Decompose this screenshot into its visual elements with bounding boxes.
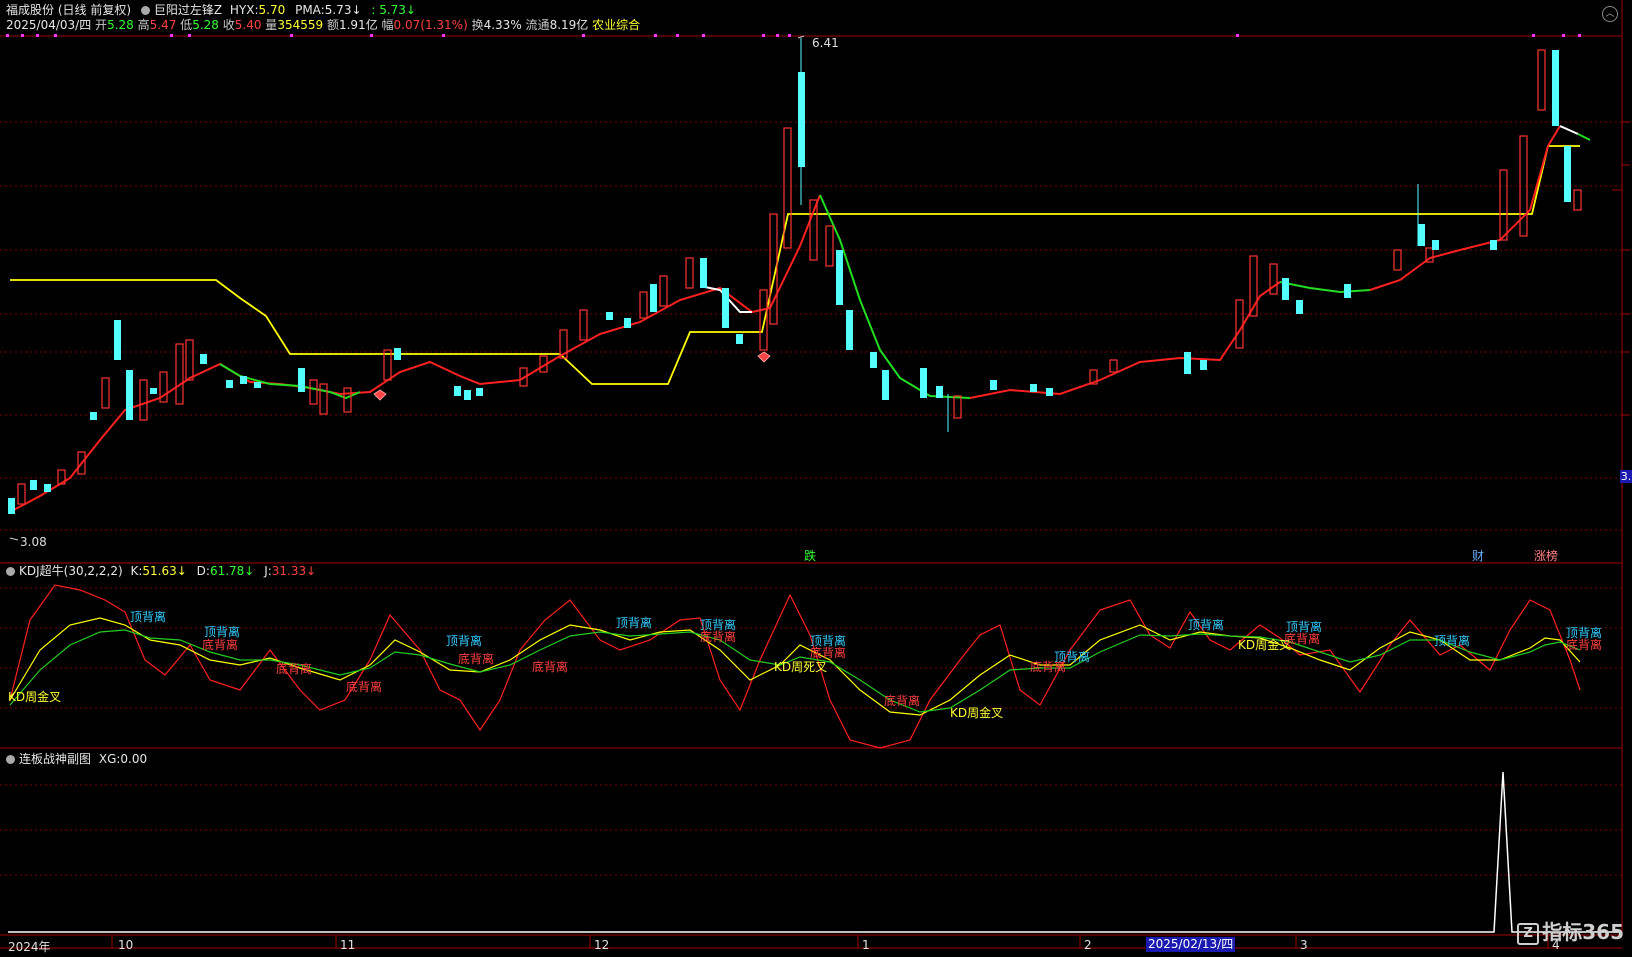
kdj-signal: 底背离 [884,694,921,708]
high-price-label: 6.41 [812,36,839,50]
kdj-signal: 底背离 [810,646,847,660]
right-scale-tag: 3. [1620,470,1632,483]
kdj-title-row: KDJ超牛(30,2,2,2) K:51.63↓ D:61.78↓ J:31.3… [6,563,316,579]
candle-wicks [800,38,1419,432]
date-label: 2024年 [8,940,51,954]
kdj-signal: 顶背离 [130,610,167,624]
ma-line-green-3 [1279,281,1371,294]
right-axis-ticks [1612,121,1630,479]
date-label: 2 [1084,938,1092,952]
kdj-signal: 底背离 [1284,632,1321,646]
k-label: K: [130,564,143,578]
date-label: 1 [862,938,870,952]
kdj-signal: 底背离 [202,638,239,652]
die-tag: 跌 [804,549,817,563]
date-label: 3 [1300,938,1308,952]
d-value: 61.78↓ [209,564,255,578]
kdj-dot-icon[interactable] [6,567,15,576]
sub-dot-icon[interactable] [6,755,15,764]
logo-mark: Z [1517,923,1540,945]
xg-value: 0.00 [120,752,148,766]
xg-label: XG: [98,752,121,766]
candle-down [8,50,1571,514]
cai-tag[interactable]: 财 [1472,549,1484,563]
j-label: J: [264,564,272,578]
date-label: 10 [118,938,134,952]
xg-line [8,771,1622,933]
sub-title[interactable]: 连板战神副图 [19,752,91,766]
kdj-signal: KD周死叉 [774,660,828,674]
chart-canvas[interactable] [0,0,1632,957]
zhangbang-tag[interactable]: 涨榜 [1534,549,1558,563]
kdj-signal: 底背离 [1566,638,1603,652]
d-label: D: [196,564,210,578]
low-price-label: 3.08 [20,535,47,549]
ma-line-red-3 [1369,125,1561,291]
kdj-signal: 底背离 [458,652,495,666]
logo-text: 指标365 [1542,920,1624,944]
selected-date-label: 2025/02/13/四 [1146,937,1236,952]
grid-lines [0,121,1622,876]
pane-borders [0,0,1623,936]
kdj-signal: 顶背离 [616,616,653,630]
kdj-signal: 顶背离 [1188,618,1225,632]
watermark-logo: Z 指标365 [1517,916,1624,945]
sell-markers [373,351,771,401]
k-value: 51.63↓ [142,564,187,578]
kdj-signal: KD周金叉 [8,690,62,704]
low-pointer [9,537,19,541]
kdj-signal: 顶背离 [1054,650,1091,664]
kdj-signal: 底背离 [700,630,737,644]
date-label: 11 [340,938,356,952]
j-value: 31.33↓ [271,564,317,578]
date-axis [0,935,1622,949]
kdj-signal: 顶背离 [204,625,241,639]
kdj-signal: KD周金叉 [950,706,1004,720]
kdj-title[interactable]: KDJ超牛(30,2,2,2) [19,564,123,578]
sub-title-row: 连板战神副图 XG:0.00 [6,751,147,767]
ma-line-green-4 [1577,133,1591,141]
kdj-signal: 顶背离 [1434,634,1471,648]
candles [8,38,1582,514]
kdj-signal: 顶背离 [446,634,483,648]
kdj-signal: 底背离 [532,660,569,674]
yellow-support-line [10,145,1580,385]
ma-line-red-2 [969,281,1281,399]
ma-line-white-2 [1559,125,1579,135]
date-label: 12 [594,938,610,952]
kdj-signal: 底背离 [276,662,313,676]
kdj-signal: 底背离 [346,680,383,694]
